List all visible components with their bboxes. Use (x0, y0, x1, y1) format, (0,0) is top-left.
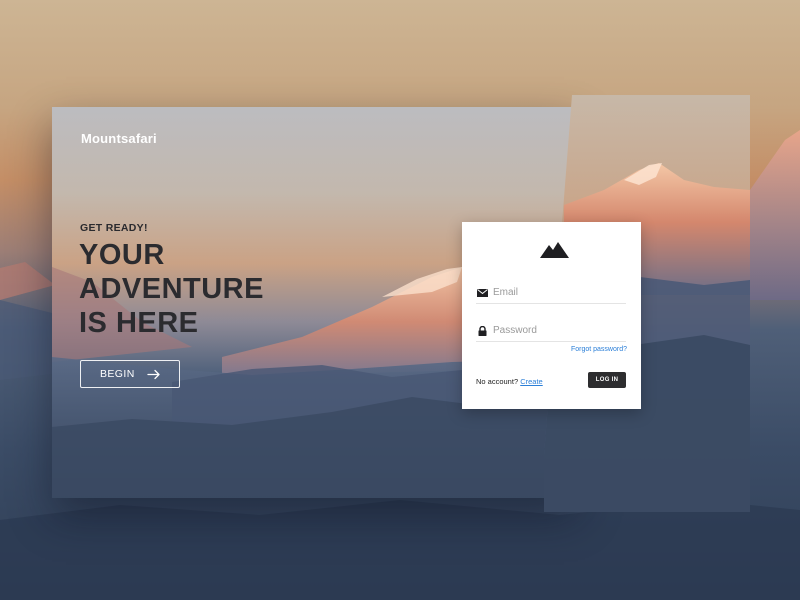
create-account-link[interactable]: Create (520, 377, 543, 386)
password-input[interactable] (493, 322, 623, 338)
email-field (476, 283, 626, 304)
arrow-right-icon (147, 369, 160, 380)
login-button[interactable]: LOG IN (588, 372, 626, 388)
hero-eyebrow: GET READY! (80, 222, 148, 234)
headline-line: YOUR (79, 239, 165, 271)
headline-line: IS HERE (79, 307, 199, 339)
password-field (476, 321, 626, 342)
forgot-password-link[interactable]: Forgot password? (571, 346, 627, 353)
hero-headline: YOUR ADVENTURE IS HERE (79, 238, 339, 340)
mountain-icon (540, 242, 569, 258)
brand-logo[interactable]: Mountsafari (81, 131, 157, 146)
mail-icon (477, 289, 488, 297)
login-panel: Forgot password? No account? Create LOG … (462, 222, 641, 409)
no-account-label: No account? (476, 377, 519, 386)
email-input[interactable] (493, 284, 623, 300)
no-account-text: No account? Create (476, 377, 543, 386)
begin-button[interactable]: BEGIN (80, 360, 180, 388)
lock-icon (478, 326, 487, 336)
begin-button-label: BEGIN (100, 368, 135, 380)
headline-line: ADVENTURE (79, 273, 264, 305)
